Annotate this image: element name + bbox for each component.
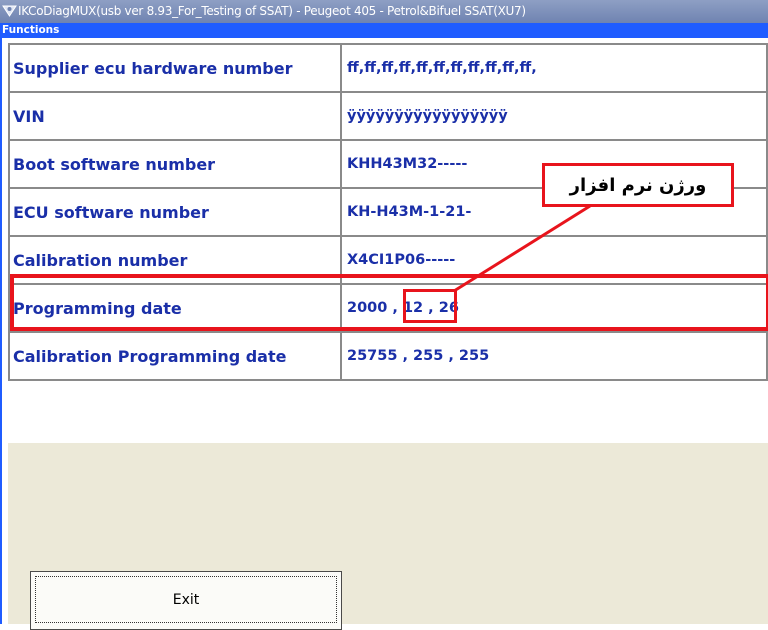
functions-label[interactable]: Functions [2,24,59,36]
annotation-text: ورژن نرم افزار [569,174,707,196]
row-value: ff,ff,ff,ff,ff,ff,ff,ff,ff,ff,ff, [340,43,768,93]
row-label: Calibration Programming date [8,331,342,381]
annotation-callout: ورژن نرم افزار [542,163,734,207]
row-value: ÿÿÿÿÿÿÿÿÿÿÿÿÿÿÿÿÿ [340,91,768,141]
table-row: VIN ÿÿÿÿÿÿÿÿÿÿÿÿÿÿÿÿÿ [8,91,768,141]
table-row: Calibration Programming date 25755 , 255… [8,331,768,381]
software-version-highlight [403,289,457,323]
left-edge [0,38,2,624]
calibration-row-highlight [10,274,768,331]
exit-button-label: Exit [35,576,337,623]
row-label: Boot software number [8,139,342,189]
table-row: Supplier ecu hardware number ff,ff,ff,ff… [8,43,768,93]
row-value: 25755 , 255 , 255 [340,331,768,381]
row-label: VIN [8,91,342,141]
window-title: IKCoDiagMUX(usb ver 8.93_For_Testing of … [18,4,526,18]
row-label: ECU software number [8,187,342,237]
window-titlebar[interactable]: IKCoDiagMUX(usb ver 8.93_For_Testing of … [0,0,768,23]
functions-bar[interactable]: Functions [0,23,768,38]
app-icon [2,5,17,17]
row-label: Supplier ecu hardware number [8,43,342,93]
exit-button[interactable]: Exit [30,571,342,630]
